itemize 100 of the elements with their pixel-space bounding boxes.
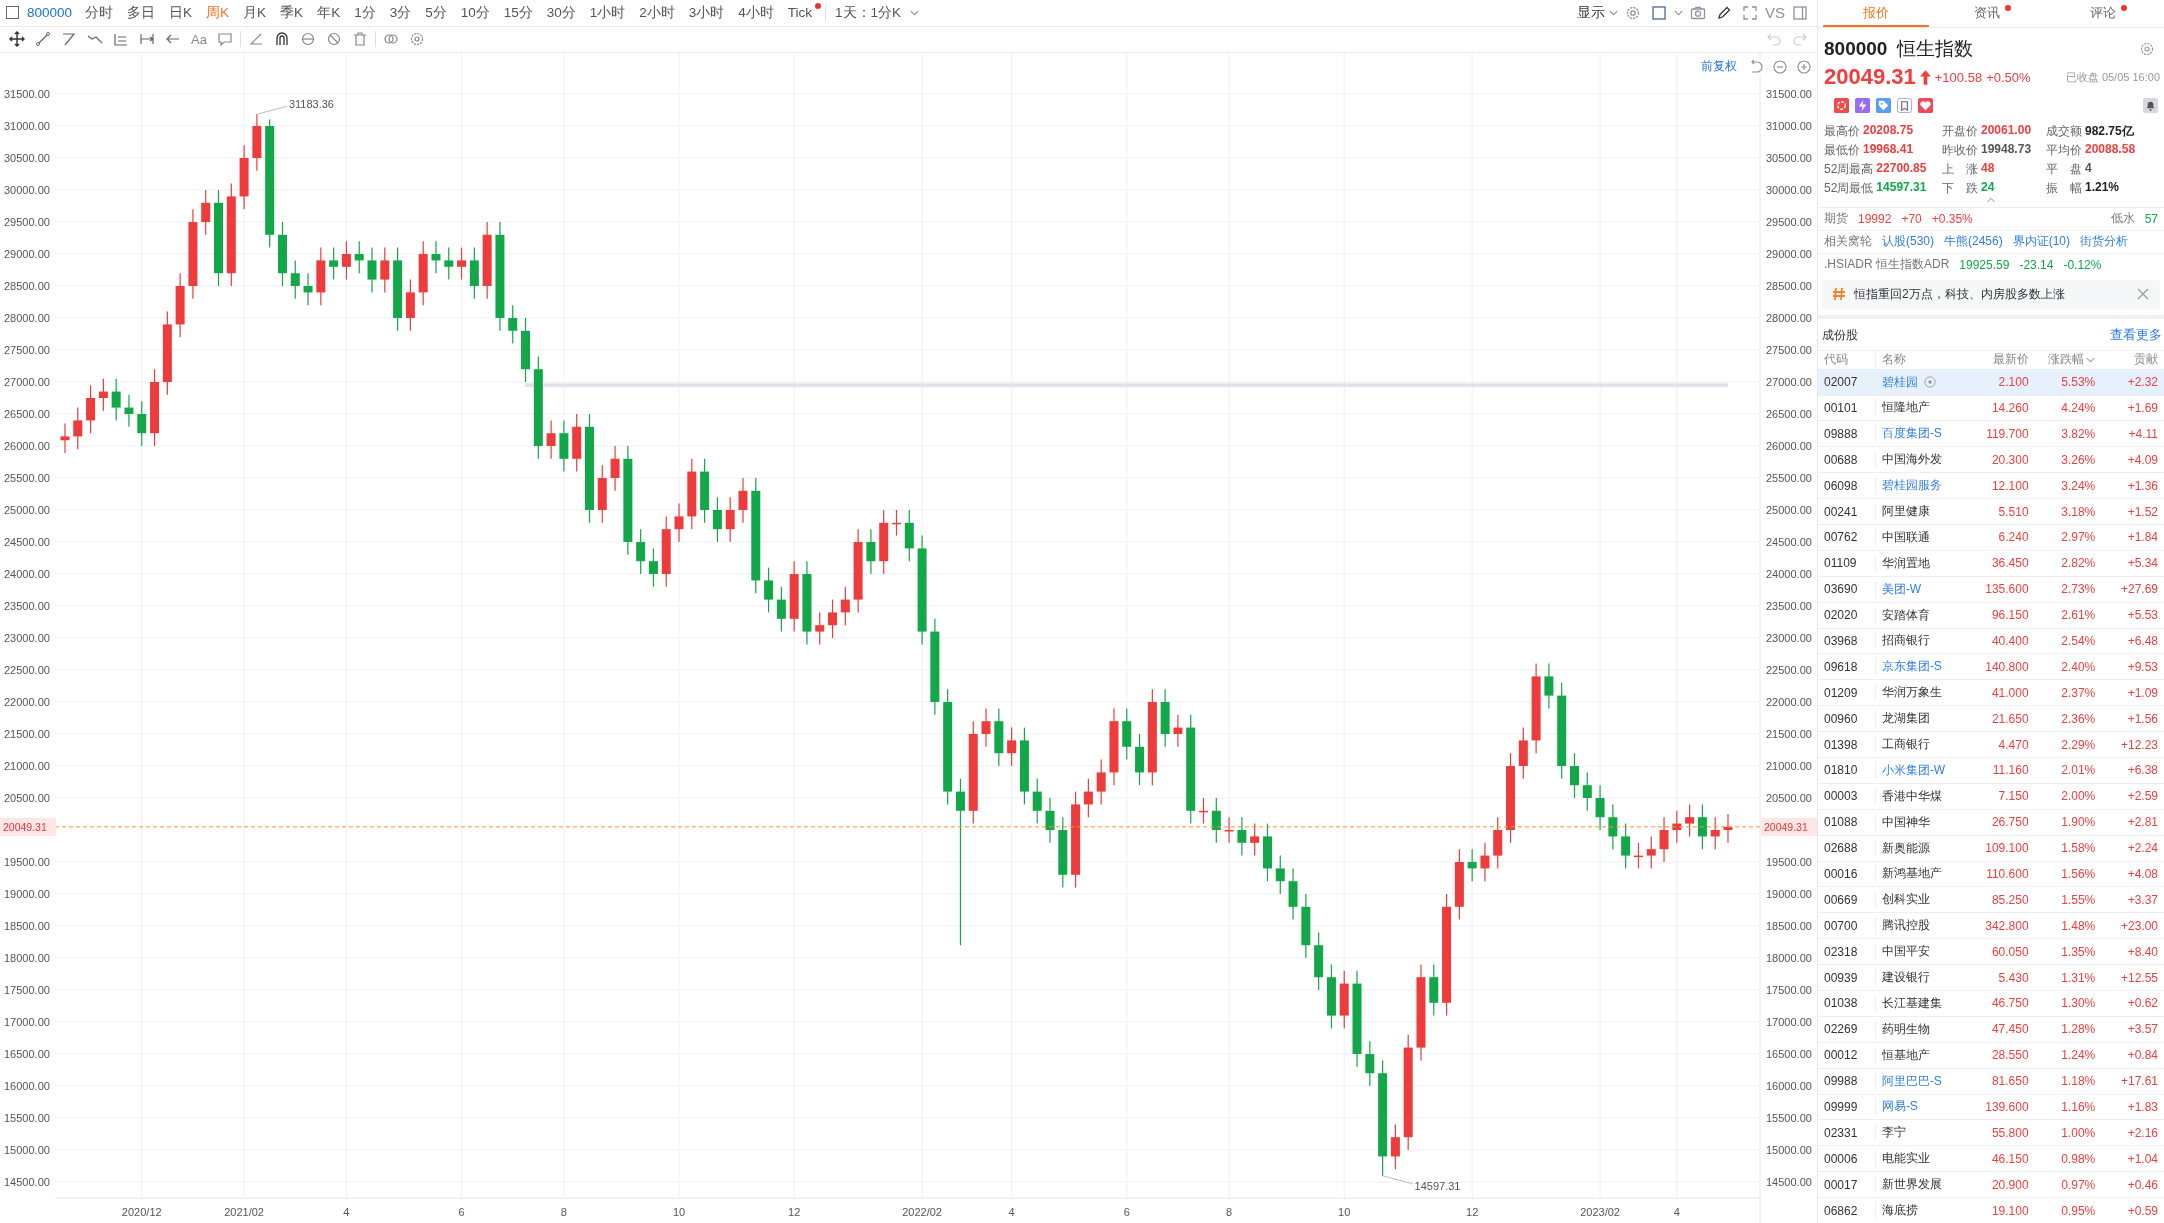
stock-name-cell[interactable]: 药明生物	[1881, 1020, 1930, 1038]
period-tab[interactable]: 15分	[498, 3, 538, 22]
stock-row[interactable]: 01109 华润置地 36.450 2.82% +5.34	[1818, 549, 2164, 576]
column-header[interactable]: 涨跌幅	[2048, 351, 2085, 369]
stock-row[interactable]: 02269 药明生物 47.450 1.28% +3.57	[1818, 1015, 2164, 1042]
stock-name-cell[interactable]: 美团-W	[1881, 580, 1922, 598]
column-header[interactable]: 贡献	[2134, 352, 2158, 367]
stock-name-cell[interactable]: 香港中华煤	[1881, 787, 1942, 805]
stock-row[interactable]: 00960 龙湖集团 21.650 2.36% +1.56	[1818, 705, 2164, 732]
stock-row[interactable]: 02020 安踏体育 96.150 2.61% +5.53	[1818, 601, 2164, 628]
stock-name-cell[interactable]: 小米集团-W	[1881, 761, 1946, 779]
period-tab[interactable]: 多日	[122, 3, 161, 22]
stock-row[interactable]: 03690 美团-W 135.600 2.73% +27.69	[1818, 575, 2164, 602]
stock-row[interactable]: 00669 创科实业 85.250 1.55% +3.37	[1818, 886, 2164, 913]
column-header[interactable]: 最新价	[1992, 352, 2029, 367]
settings-icon[interactable]	[2139, 41, 2155, 57]
period-tab[interactable]: 分时	[80, 3, 119, 22]
stock-row[interactable]: 00006 电能实业 46.150 0.98% +1.04	[1818, 1145, 2164, 1172]
stock-row[interactable]: 02331 李宁 55.800 1.00% +2.16	[1818, 1119, 2164, 1146]
stock-row[interactable]: 01038 长江基建集 46.750 1.30% +0.62	[1818, 990, 2164, 1016]
stock-row[interactable]: 00700 腾讯控股 342.800 1.48% +23.00	[1818, 912, 2164, 939]
stock-name-cell[interactable]: 阿里健康	[1881, 503, 1930, 520]
stock-row[interactable]: 00016 新鸿基地产 110.600 1.56% +4.08	[1818, 860, 2164, 887]
stock-name-cell[interactable]: 阿里巴巴-S	[1881, 1072, 1942, 1090]
caret-icon[interactable]	[1674, 9, 1683, 16]
warrant-link[interactable]: 界内证(10)	[2012, 233, 2071, 251]
caret-icon[interactable]	[1609, 9, 1618, 16]
stock-row[interactable]: 01088 中国神华 26.750 1.90% +2.81	[1818, 808, 2164, 835]
display-dropdown[interactable]: 显示	[1572, 3, 1605, 22]
warrant-link[interactable]: 街货分析	[2080, 233, 2129, 251]
stock-row[interactable]: 01810 小米集团-W 11.160 2.01% +6.38	[1818, 756, 2164, 783]
stock-name-cell[interactable]: 腾讯控股	[1881, 917, 1930, 935]
stock-row[interactable]: 00939 建设银行 5.430 1.31% +12.55	[1818, 964, 2164, 990]
layout-icon[interactable]	[1651, 4, 1667, 21]
zoom-out-icon[interactable]	[1772, 58, 1788, 75]
stock-name-cell[interactable]: 碧桂园服务	[1881, 477, 1942, 495]
line-tool-icon[interactable]	[35, 31, 51, 48]
stock-name-cell[interactable]: 新世界发展	[1881, 1176, 1942, 1194]
panel-tab[interactable]: 评论	[2085, 0, 2120, 27]
comment-tool-icon[interactable]	[216, 31, 233, 48]
stock-row[interactable]: 00012 恒基地产 28.550 1.24% +0.84	[1818, 1041, 2164, 1068]
stock-name-cell[interactable]: 安踏体育	[1881, 606, 1930, 624]
stock-name-cell[interactable]: 工商银行	[1881, 736, 1930, 753]
stock-row[interactable]: 01398 工商银行 4.470 2.29% +12.23	[1818, 731, 2164, 757]
panel-toggle-icon[interactable]	[1792, 4, 1808, 21]
stock-row[interactable]: 00688 中国海外发 20.300 3.26% +4.09	[1818, 446, 2164, 473]
trash-icon[interactable]	[351, 31, 368, 48]
stock-row[interactable]: 09999 网易-S 139.600 1.16% +1.83	[1818, 1093, 2164, 1120]
zoom-in-icon[interactable]	[1796, 58, 1812, 75]
period-tab[interactable]: 年K	[312, 3, 346, 22]
stock-name-cell[interactable]: 中国海外发	[1881, 451, 1942, 469]
period-tab[interactable]: 3小时	[683, 3, 730, 22]
column-header[interactable]: 名称	[1881, 351, 1906, 369]
stock-name-cell[interactable]: 海底捞	[1881, 1202, 1918, 1220]
sort-caret-icon[interactable]	[2086, 356, 2096, 363]
polyline-tool-icon[interactable]	[61, 31, 77, 48]
heart-icon[interactable]	[1918, 98, 1933, 113]
collapse-icon[interactable]	[1986, 197, 1996, 203]
sidebar-toggle-icon[interactable]	[6, 6, 19, 20]
sync-icon[interactable]	[299, 31, 316, 48]
tag-icon[interactable]	[1876, 98, 1891, 113]
settings-icon[interactable]	[408, 31, 425, 48]
warrant-link[interactable]: 认股(530)	[1882, 233, 1934, 251]
news-headline[interactable]: 恒指重回2万点，科技、内房股多数上涨	[1854, 285, 2065, 303]
stock-name-cell[interactable]: 新鸿基地产	[1881, 865, 1942, 883]
fullscreen-icon[interactable]	[1742, 4, 1758, 21]
stock-name-cell[interactable]: 中国神华	[1881, 813, 1930, 831]
period-tab[interactable]: 3分	[384, 3, 417, 22]
period-tab[interactable]: 1分	[349, 3, 381, 22]
period-tab[interactable]: 季K	[275, 3, 309, 22]
fib-tool-icon[interactable]	[113, 31, 129, 48]
move-icon[interactable]	[9, 31, 25, 48]
stock-name-cell[interactable]: 创科实业	[1881, 891, 1930, 909]
period-tab[interactable]: 1小时	[584, 3, 631, 22]
stock-row[interactable]: 02688 新奥能源 109.100 1.58% +2.24	[1818, 834, 2164, 861]
period-tab[interactable]: 5分	[420, 3, 452, 22]
hide-icon[interactable]	[325, 31, 342, 48]
stock-name-cell[interactable]: 网易-S	[1881, 1098, 1918, 1116]
stock-name-cell[interactable]: 华润万象生	[1881, 684, 1942, 702]
interval-dropdown[interactable]: 1天：1分K	[830, 3, 907, 22]
stock-row[interactable]: 02318 中国平安 60.050 1.35% +8.40	[1818, 938, 2164, 965]
angle-tool-icon[interactable]	[247, 31, 264, 48]
stock-row[interactable]: 00101 恒隆地产 14.260 4.24% +1.69	[1818, 394, 2164, 421]
period-tab[interactable]: 4小时	[733, 3, 779, 22]
stock-row[interactable]: 00003 香港中华煤 7.150 2.00% +2.59	[1818, 782, 2164, 809]
stock-row[interactable]: 06098 碧桂园服务 12.100 3.24% +1.36	[1818, 472, 2164, 499]
period-tab[interactable]: 30分	[541, 3, 581, 22]
symbol-link[interactable]: 800000	[27, 5, 73, 21]
period-tab[interactable]: 月K	[238, 3, 272, 22]
stock-name-cell[interactable]: 百度集团-S	[1881, 425, 1942, 443]
bell-icon[interactable]	[2143, 98, 2158, 113]
text-tool-button[interactable]: Aa	[188, 31, 210, 47]
caret-icon[interactable]	[910, 9, 920, 16]
stock-row[interactable]: 09888 百度集团-S 119.700 3.82% +4.11	[1818, 420, 2164, 447]
stock-name-cell[interactable]: 中国联通	[1881, 528, 1930, 546]
lightning-icon[interactable]	[1855, 98, 1870, 113]
pencil-icon[interactable]	[1716, 4, 1732, 21]
stock-name-cell[interactable]: 电能实业	[1881, 1150, 1930, 1168]
stock-name-cell[interactable]: 碧桂园	[1881, 373, 1918, 391]
redo-icon[interactable]	[1792, 31, 1808, 48]
